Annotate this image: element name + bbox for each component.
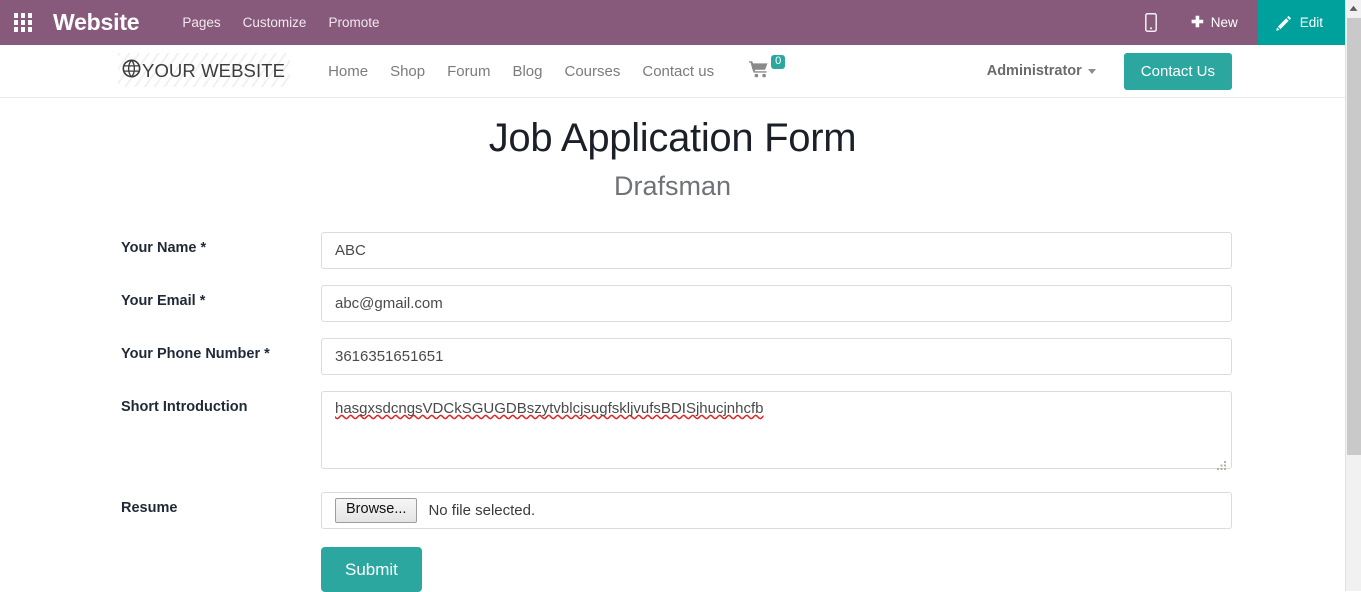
edit-button-label: Edit	[1300, 15, 1323, 30]
nav-link-courses[interactable]: Courses	[554, 63, 632, 80]
sys-menu-promote[interactable]: Promote	[317, 15, 390, 30]
nav-link-blog[interactable]: Blog	[501, 63, 553, 80]
short-introduction-textarea[interactable]	[321, 391, 1232, 469]
required-marker: *	[264, 346, 270, 362]
form-row-short-introduction: Short Introduction hasgxsdcngsVDCkSGUGDB…	[0, 391, 1345, 474]
user-menu-label: Administrator	[987, 63, 1082, 79]
contact-us-cta-button[interactable]: Contact Us	[1124, 53, 1232, 90]
globe-icon	[122, 59, 141, 83]
nav-link-contact-us[interactable]: Contact us	[631, 63, 725, 80]
navbar-right-group: Administrator Contact Us	[987, 53, 1232, 90]
browse-button[interactable]: Browse...	[335, 498, 417, 523]
field-label-short-introduction: Short Introduction	[121, 391, 321, 415]
field-label-your-email: Your Email *	[121, 285, 321, 309]
user-menu[interactable]: Administrator	[987, 63, 1096, 79]
nav-link-home[interactable]: Home	[317, 63, 379, 80]
brand-logo[interactable]: YOUR WEBSITE	[122, 54, 285, 88]
resume-file-input[interactable]: Browse... No file selected.	[321, 492, 1232, 529]
form-row-your-name: Your Name *	[0, 232, 1345, 269]
cart-count-badge: 0	[771, 55, 785, 69]
shopping-cart-icon	[749, 60, 770, 78]
textarea-resize-handle[interactable]	[1216, 458, 1228, 470]
page-subtitle: Drafsman	[0, 171, 1345, 202]
field-control-your-phone-number	[321, 338, 1232, 375]
nav-link-forum[interactable]: Forum	[436, 63, 501, 80]
required-marker: *	[201, 240, 207, 256]
field-control-your-name	[321, 232, 1232, 269]
required-marker: *	[200, 293, 206, 309]
field-label-your-phone-number: Your Phone Number *	[121, 338, 321, 362]
brand-name: YOUR WEBSITE	[142, 60, 285, 82]
app-name-website[interactable]: Website	[53, 9, 139, 36]
cart-button[interactable]: 0	[749, 60, 785, 78]
apps-grid-icon[interactable]	[0, 0, 46, 45]
scroll-up-arrow-icon[interactable]	[1346, 0, 1361, 17]
pencil-icon	[1276, 15, 1292, 31]
field-control-your-email	[321, 285, 1232, 322]
sys-menu-customize[interactable]: Customize	[232, 15, 318, 30]
form-row-submit: Submit	[0, 547, 1345, 592]
submit-button[interactable]: Submit	[321, 547, 422, 592]
form-row-your-email: Your Email *	[0, 285, 1345, 322]
primary-nav-links: Home Shop Forum Blog Courses Contact us …	[317, 62, 785, 80]
new-button-label: New	[1211, 15, 1238, 30]
page-title: Job Application Form	[0, 116, 1345, 161]
odoo-systray-bar: Website Pages Customize Promote ✚ New Ed…	[0, 0, 1345, 45]
field-label-resume: Resume	[121, 492, 321, 516]
scrollbar-thumb[interactable]	[1347, 18, 1361, 455]
file-status-text: No file selected.	[428, 502, 535, 519]
field-label-your-name: Your Name *	[121, 232, 321, 256]
systray-right-group: ✚ New Edit	[1127, 0, 1345, 45]
field-control-short-introduction: hasgxsdcngsVDCkSGUGDBszytvblcjsugfskljvu…	[321, 391, 1232, 474]
your-name-input[interactable]	[321, 232, 1232, 269]
form-row-your-phone-number: Your Phone Number *	[0, 338, 1345, 375]
website-navbar: YOUR WEBSITE Home Shop Forum Blog Course…	[0, 45, 1345, 98]
vertical-scrollbar[interactable]	[1345, 0, 1361, 591]
page-content: Job Application Form Drafsman Your Name …	[0, 98, 1345, 591]
your-email-input[interactable]	[321, 285, 1232, 322]
edit-button[interactable]: Edit	[1258, 0, 1345, 45]
chevron-down-icon	[1088, 69, 1096, 74]
new-button[interactable]: ✚ New	[1175, 0, 1258, 45]
job-application-form: Your Name * Your Email * Your Phone Numb…	[0, 232, 1345, 592]
plus-icon: ✚	[1191, 15, 1204, 30]
field-control-resume: Browse... No file selected.	[321, 492, 1232, 529]
mobile-phone-icon[interactable]	[1127, 13, 1175, 32]
sys-menu-pages[interactable]: Pages	[171, 15, 231, 30]
nav-link-shop[interactable]: Shop	[379, 63, 436, 80]
your-phone-number-input[interactable]	[321, 338, 1232, 375]
form-row-resume: Resume Browse... No file selected.	[0, 492, 1345, 529]
